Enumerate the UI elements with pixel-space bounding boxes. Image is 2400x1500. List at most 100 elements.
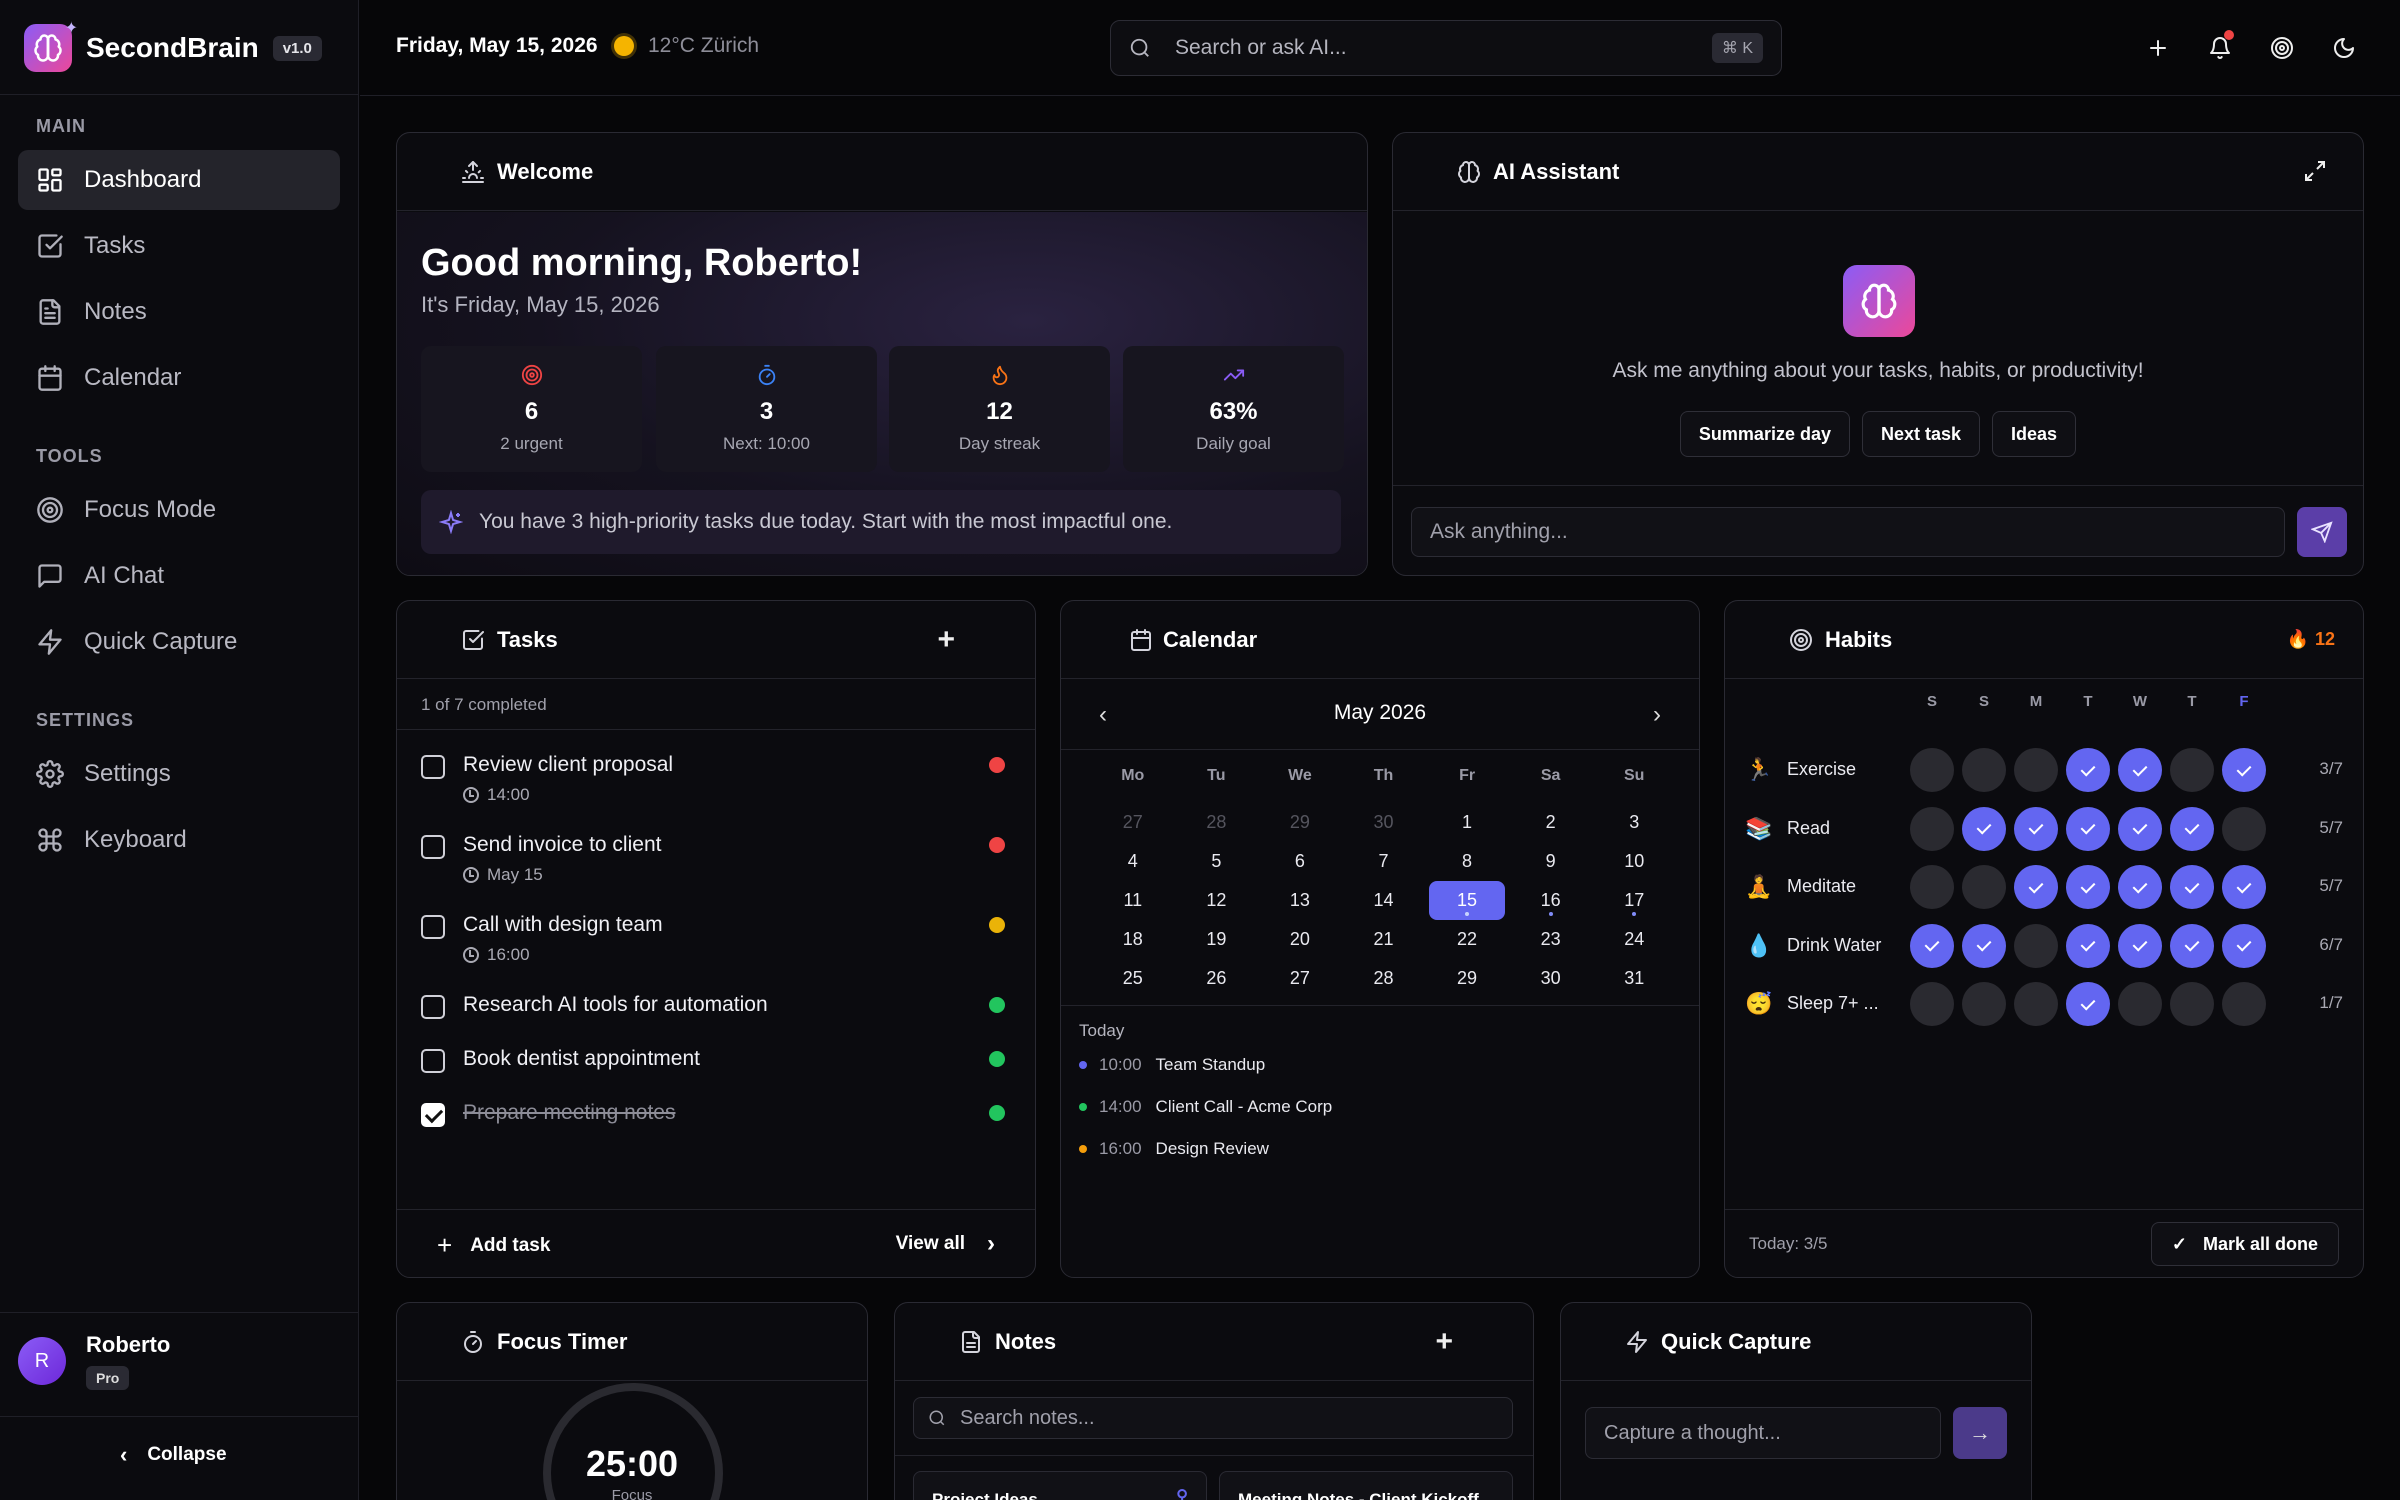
view-all-button[interactable]: View all ›: [896, 1230, 995, 1258]
task-item[interactable]: Review client proposal 14:00: [421, 753, 1011, 813]
calendar-day[interactable]: 18: [1091, 920, 1175, 959]
habit-check-done[interactable]: [1962, 806, 2006, 851]
calendar-day[interactable]: 13: [1258, 881, 1342, 920]
sidebar-item-settings[interactable]: Settings: [18, 744, 340, 804]
calendar-day[interactable]: 7: [1342, 842, 1426, 881]
habit-check-done[interactable]: [2222, 748, 2266, 792]
calendar-day[interactable]: 6: [1258, 842, 1342, 881]
calendar-day[interactable]: 23: [1509, 920, 1593, 959]
calendar-day[interactable]: 29: [1425, 959, 1509, 998]
calendar-day[interactable]: 12: [1175, 881, 1259, 920]
calendar-day[interactable]: 27: [1258, 959, 1342, 998]
habit-check-empty[interactable]: [1910, 748, 1954, 792]
chip-ideas[interactable]: Ideas: [1992, 411, 2077, 457]
calendar-day[interactable]: 19: [1175, 920, 1259, 959]
event-item[interactable]: 10:00 Team Standup: [1079, 1055, 1265, 1075]
calendar-day[interactable]: 27: [1091, 803, 1175, 842]
habit-check-empty[interactable]: [2118, 982, 2162, 1026]
task-item[interactable]: Prepare meeting notes: [421, 1101, 1011, 1141]
habit-check-empty[interactable]: [2014, 982, 2058, 1026]
collapse-button[interactable]: ‹ Collapse: [120, 1442, 227, 1468]
notifications-button[interactable]: [2204, 28, 2236, 68]
add-note-button[interactable]: +: [1435, 1327, 1453, 1357]
calendar-day[interactable]: 24: [1592, 920, 1676, 959]
calendar-day[interactable]: 20: [1258, 920, 1342, 959]
note-card[interactable]: Meeting Notes - Client Kickoff: [1219, 1471, 1513, 1500]
calendar-day[interactable]: 21: [1342, 920, 1426, 959]
calendar-day[interactable]: 28: [1175, 803, 1259, 842]
calendar-day[interactable]: 15: [1429, 881, 1505, 920]
habit-check-empty[interactable]: [1962, 865, 2006, 909]
task-checkbox[interactable]: [421, 1103, 445, 1127]
sidebar-item-dashboard[interactable]: Dashboard: [18, 150, 340, 210]
calendar-day[interactable]: 14: [1342, 881, 1426, 920]
calendar-day[interactable]: 10: [1592, 842, 1676, 881]
calendar-day[interactable]: 17: [1592, 881, 1676, 920]
stat-events[interactable]: 3 Next: 10:00: [656, 346, 877, 472]
calendar-day[interactable]: 2: [1509, 803, 1593, 842]
sidebar-item-quick-capture[interactable]: Quick Capture: [18, 612, 340, 672]
habit-check-done[interactable]: [2222, 865, 2266, 909]
calendar-day[interactable]: 28: [1342, 959, 1426, 998]
notes-search-input[interactable]: Search notes...: [913, 1397, 1513, 1439]
habit-check-done[interactable]: [2118, 748, 2162, 792]
calendar-day[interactable]: 5: [1175, 842, 1259, 881]
task-checkbox[interactable]: [421, 1049, 445, 1073]
sidebar-item-calendar[interactable]: Calendar: [18, 348, 340, 408]
task-item[interactable]: Send invoice to client May 15: [421, 833, 1011, 893]
task-checkbox[interactable]: [421, 915, 445, 939]
habit-check-done[interactable]: [2222, 923, 2266, 968]
brand[interactable]: ✦ SecondBrain v1.0: [24, 20, 322, 76]
task-item[interactable]: Call with design team 16:00: [421, 913, 1011, 973]
habit-check-done[interactable]: [2118, 865, 2162, 909]
habit-check-done[interactable]: [2066, 923, 2110, 968]
habit-check-done[interactable]: [2066, 748, 2110, 792]
chip-next-task[interactable]: Next task: [1861, 411, 1981, 457]
habit-check-empty[interactable]: [1910, 982, 1954, 1026]
send-button[interactable]: [2297, 507, 2347, 557]
sidebar-item-keyboard[interactable]: Keyboard: [18, 810, 340, 870]
note-card[interactable]: Project Ideas ⚲: [913, 1471, 1207, 1500]
task-item[interactable]: Research AI tools for automation: [421, 993, 1011, 1033]
calendar-day[interactable]: 26: [1175, 959, 1259, 998]
ai-chat-input[interactable]: Ask anything...: [1411, 507, 2285, 557]
chip-summarize-day[interactable]: Summarize day: [1679, 411, 1850, 457]
habit-check-empty[interactable]: [1962, 982, 2006, 1026]
habit-check-empty[interactable]: [2170, 748, 2214, 792]
habit-check-empty[interactable]: [2222, 982, 2266, 1026]
calendar-day[interactable]: 22: [1425, 920, 1509, 959]
habit-check-empty[interactable]: [2014, 748, 2058, 792]
focus-button[interactable]: [2266, 28, 2298, 68]
habit-check-done[interactable]: [2170, 806, 2214, 851]
task-checkbox[interactable]: [421, 755, 445, 779]
habit-check-done[interactable]: [2118, 923, 2162, 968]
calendar-day[interactable]: 8: [1425, 842, 1509, 881]
calendar-day[interactable]: 1: [1425, 803, 1509, 842]
sidebar-item-ai-chat[interactable]: AI Chat: [18, 546, 340, 606]
calendar-day[interactable]: 16: [1509, 881, 1593, 920]
habit-check-empty[interactable]: [1910, 865, 1954, 909]
calendar-day[interactable]: 25: [1091, 959, 1175, 998]
event-item[interactable]: 14:00 Client Call - Acme Corp: [1079, 1097, 1332, 1117]
habit-check-done[interactable]: [2066, 865, 2110, 909]
habit-check-done[interactable]: [1962, 923, 2006, 968]
calendar-day[interactable]: 30: [1342, 803, 1426, 842]
next-month-button[interactable]: ›: [1653, 701, 1661, 729]
calendar-day[interactable]: 3: [1592, 803, 1676, 842]
calendar-day[interactable]: 29: [1258, 803, 1342, 842]
habit-check-empty[interactable]: [2014, 923, 2058, 968]
habit-check-done[interactable]: [2170, 923, 2214, 968]
add-task-icon-button[interactable]: +: [937, 625, 955, 655]
event-item[interactable]: 16:00 Design Review: [1079, 1139, 1269, 1159]
calendar-day[interactable]: 30: [1509, 959, 1593, 998]
sidebar-item-tasks[interactable]: Tasks: [18, 216, 340, 276]
stat-streak[interactable]: 12 Day streak: [889, 346, 1110, 472]
habit-check-empty[interactable]: [2170, 982, 2214, 1026]
habit-check-done[interactable]: [2066, 806, 2110, 851]
capture-submit-button[interactable]: →: [1953, 1407, 2007, 1459]
add-button[interactable]: [2142, 28, 2174, 68]
calendar-day[interactable]: 4: [1091, 842, 1175, 881]
task-checkbox[interactable]: [421, 835, 445, 859]
stat-goal[interactable]: 63% Daily goal: [1123, 346, 1344, 472]
global-search-input[interactable]: Search or ask AI... ⌘ K: [1110, 20, 1782, 76]
